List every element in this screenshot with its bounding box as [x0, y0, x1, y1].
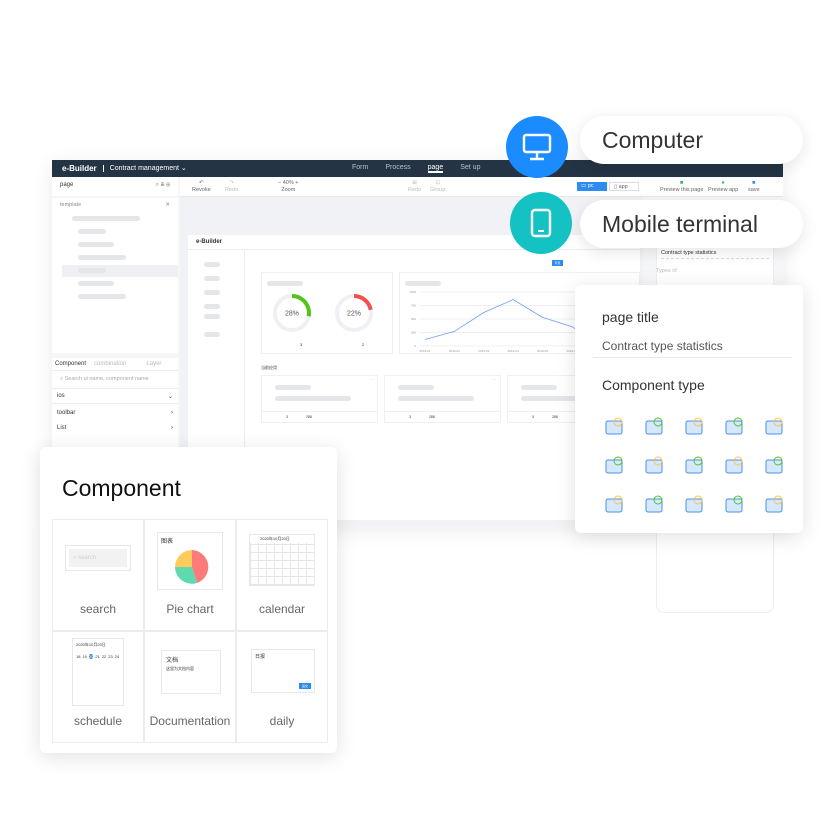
preview-title: e-Builder — [188, 235, 640, 250]
app-card[interactable]: ···3288 — [384, 375, 501, 423]
component-card: Component ⌕ search search 图表 Pie chart 2… — [40, 447, 337, 753]
section-title: 当前应用 — [261, 365, 277, 370]
revoke-button[interactable]: ↶ Revoke — [192, 180, 211, 194]
schedule-day[interactable]: 23 — [108, 654, 112, 659]
y-tick-label: 750 — [411, 304, 416, 308]
donut-card: 28% 3 22% 2 — [261, 272, 393, 354]
tab-combination[interactable]: combination — [94, 361, 126, 367]
main-nav: Form Process page Set up — [352, 164, 480, 173]
schedule-day[interactable]: 19 — [82, 654, 86, 659]
donut-count: 3 — [300, 342, 303, 347]
data-point — [424, 339, 426, 340]
component-search[interactable]: ⌕ search search — [52, 519, 144, 631]
preview-page-button[interactable]: ■ Preview this page — [660, 180, 703, 194]
save-button[interactable]: ■ save — [748, 180, 760, 194]
normal-distribution-icon[interactable] — [763, 493, 785, 515]
logo: e-Builder — [62, 164, 97, 173]
data-point — [571, 326, 573, 327]
tab-layer[interactable]: Layer — [146, 361, 161, 367]
donut-charts: 28% 3 22% 2 — [273, 294, 373, 347]
group-list[interactable]: List › — [52, 422, 178, 434]
data-point — [483, 312, 485, 313]
component-title: Component — [62, 475, 181, 501]
toolbar: ↶ Revoke ↷ Redo − 40% + Zoom ⊞ Redo ⊡ Group ▭… — [180, 177, 783, 197]
nav-page[interactable]: page — [427, 164, 444, 173]
redo-button[interactable]: ↷ Redo — [225, 180, 238, 194]
y-tick-label: 500 — [411, 317, 416, 321]
computer-callout: Computer — [580, 116, 803, 164]
platform-select[interactable]: ios ⌄ — [52, 389, 178, 404]
group-button[interactable]: ⊡ Group — [430, 180, 445, 194]
data-point — [542, 316, 543, 318]
tab-component[interactable]: Component — [55, 361, 86, 367]
page-header: page ⌕ ⊞ ⊕ — [52, 177, 178, 196]
component-type-label: Component type — [602, 377, 705, 393]
data-point — [512, 299, 514, 300]
y-tick-label: 1000 — [409, 290, 416, 294]
pyramid-icon[interactable] — [603, 493, 625, 515]
donut-label: 28% — [285, 311, 299, 318]
project-selector[interactable]: Contract management ⌄ — [102, 165, 187, 172]
bubble-icon[interactable] — [723, 415, 745, 437]
component-documentation[interactable]: 文档 这里为文档内容 Documentation — [144, 631, 236, 743]
component-pie-chart[interactable]: 图表 Pie chart — [144, 519, 236, 631]
zoom-control[interactable]: − 40% + Zoom — [278, 180, 299, 194]
component-calendar[interactable]: 2020年10月20日 calendar — [236, 519, 328, 631]
page-title-label: page title — [602, 309, 659, 325]
donut-icon[interactable] — [603, 454, 625, 476]
page-actions-icons[interactable]: ⌕ ⊞ ⊕ — [156, 182, 170, 189]
schedule-day[interactable]: 18 — [76, 654, 80, 659]
pc-toggle[interactable]: ▭ pc — [577, 182, 607, 191]
types-label: Types of — [656, 268, 677, 274]
preview-button[interactable]: 专页 — [552, 260, 563, 266]
x-tick-label: 2019-01 — [419, 349, 430, 353]
donut-count: 2 — [362, 342, 365, 347]
computer-icon — [506, 116, 568, 178]
mobile-callout: Mobile terminal — [580, 200, 803, 248]
line-bar-icon[interactable] — [683, 493, 705, 515]
x-tick-label: 2019-05 — [537, 349, 548, 353]
inverted-funnel-icon[interactable] — [683, 454, 705, 476]
app-toggle[interactable]: ▯ app — [609, 182, 639, 191]
funnel-icon[interactable] — [643, 454, 665, 476]
app-card[interactable]: ···3288 — [261, 375, 378, 423]
component-daily[interactable]: 日报 提交 daily — [236, 631, 328, 743]
close-icon[interactable]: ✕ — [165, 202, 170, 208]
schedule-day[interactable]: 21 — [95, 654, 99, 659]
page-title-input[interactable]: Contract type statistics — [593, 335, 792, 358]
template-tree: template ✕ — [52, 198, 178, 353]
schedule-day[interactable]: 20 — [88, 654, 94, 659]
bar-line-icon[interactable] — [603, 415, 625, 437]
schedule-day[interactable]: 22 — [102, 654, 106, 659]
radar-icon[interactable] — [723, 454, 745, 476]
wave-icon[interactable] — [763, 415, 785, 437]
x-tick-label: 2019-03 — [478, 349, 489, 353]
group-toolbar[interactable]: toolbar › — [52, 404, 178, 422]
nav-setup[interactable]: Set up — [460, 164, 480, 173]
mobile-icon — [510, 192, 572, 254]
nav-form[interactable]: Form — [352, 164, 368, 173]
preview-app-button[interactable]: ● Preview app — [708, 180, 738, 194]
title-field[interactable]: Contract type statistics — [661, 250, 769, 259]
nav-process[interactable]: Process — [385, 164, 410, 173]
x-tick-label: 2019-04 — [508, 349, 519, 353]
pie-segment-icon[interactable] — [763, 454, 785, 476]
component-schedule[interactable]: 2020年10月20日 18 19 20 21 22 23 24 schedule — [52, 631, 144, 743]
x-tick-label: 2019-02 — [449, 349, 460, 353]
y-tick-label: 250 — [411, 331, 416, 335]
data-point — [453, 331, 455, 332]
properties-card: page title Contract type statistics Comp… — [575, 285, 803, 533]
gauge-icon[interactable] — [723, 493, 745, 515]
ring-icon[interactable] — [643, 493, 665, 515]
y-tick-label: 0 — [414, 344, 416, 348]
schedule-day[interactable]: 24 — [115, 654, 119, 659]
donut-label: 22% — [347, 311, 361, 318]
scatter-icon[interactable] — [643, 415, 665, 437]
component-search-input[interactable]: ⌕ Search ui name, component name — [52, 371, 178, 389]
redo-layout-button[interactable]: ⊞ Redo — [408, 180, 421, 194]
pie-icon[interactable] — [683, 415, 705, 437]
